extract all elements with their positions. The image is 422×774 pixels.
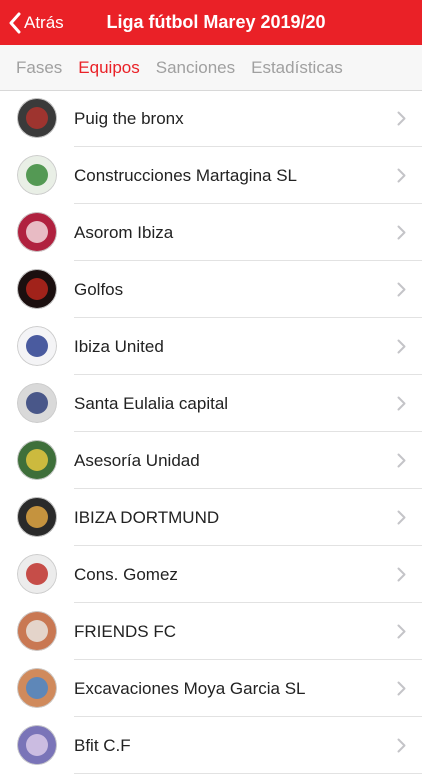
tab-fases[interactable]: Fases (16, 58, 62, 78)
chevron-right-icon (397, 261, 406, 318)
list-item[interactable]: Construcciones Martagina SL (0, 147, 422, 204)
list-item[interactable]: Santa Eulalia capital (0, 375, 422, 432)
team-logo-avatar (17, 611, 57, 651)
team-logo-avatar (17, 497, 57, 537)
team-name: Asorom Ibiza (74, 222, 174, 242)
team-name: Asesoría Unidad (74, 450, 200, 470)
team-logo-avatar (17, 668, 57, 708)
list-item[interactable]: IBIZA DORTMUND (0, 489, 422, 546)
team-logo-avatar (17, 269, 57, 309)
chevron-right-icon (397, 546, 406, 603)
team-name: Bfit C.F (74, 735, 131, 755)
segment-tabs: Fases Equipos Sanciones Estadísticas (0, 45, 422, 91)
team-name: Santa Eulalia capital (74, 393, 229, 413)
team-list: Puig the bronx Construcciones Martagina S… (0, 90, 422, 774)
list-item[interactable]: Golfos (0, 261, 422, 318)
team-name: Ibiza United (74, 336, 164, 356)
chevron-right-icon (397, 717, 406, 774)
list-item[interactable]: Puig the bronx (0, 90, 422, 147)
chevron-right-icon (397, 318, 406, 375)
team-logo-avatar (17, 212, 57, 252)
chevron-right-icon (397, 489, 406, 546)
chevron-right-icon (397, 603, 406, 660)
team-logo-avatar (17, 155, 57, 195)
list-item[interactable]: Excavaciones Moya Garcia SL (0, 660, 422, 717)
team-name: Construcciones Martagina SL (74, 165, 298, 185)
team-logo-avatar (17, 383, 57, 423)
chevron-right-icon (397, 147, 406, 204)
chevron-right-icon (397, 660, 406, 717)
team-logo-avatar (17, 554, 57, 594)
navigation-bar: Atrás Liga fútbol Marey 2019/20 (0, 0, 422, 45)
chevron-right-icon (397, 375, 406, 432)
tab-equipos[interactable]: Equipos (78, 58, 139, 78)
team-name: Excavaciones Moya Garcia SL (74, 678, 306, 698)
list-item[interactable]: Ibiza United (0, 318, 422, 375)
list-item[interactable]: Asorom Ibiza (0, 204, 422, 261)
team-name: FRIENDS FC (74, 621, 176, 641)
tab-sanciones[interactable]: Sanciones (156, 58, 235, 78)
team-name: Golfos (74, 279, 124, 299)
list-item[interactable]: Cons. Gomez (0, 546, 422, 603)
team-logo-avatar (17, 725, 57, 765)
tab-estadisticas[interactable]: Estadísticas (251, 58, 343, 78)
list-item[interactable]: Bfit C.F (0, 717, 422, 774)
list-item[interactable]: Asesoría Unidad (0, 432, 422, 489)
list-item[interactable]: FRIENDS FC (0, 603, 422, 660)
chevron-right-icon (397, 204, 406, 261)
team-logo-avatar (17, 440, 57, 480)
team-logo-avatar (17, 326, 57, 366)
team-name: Puig the bronx (74, 108, 184, 128)
chevron-right-icon (397, 90, 406, 147)
chevron-right-icon (397, 432, 406, 489)
team-name: IBIZA DORTMUND (74, 507, 220, 527)
team-name: Cons. Gomez (74, 564, 178, 584)
team-logo-avatar (17, 98, 57, 138)
page-title: Liga fútbol Marey 2019/20 (106, 12, 326, 32)
